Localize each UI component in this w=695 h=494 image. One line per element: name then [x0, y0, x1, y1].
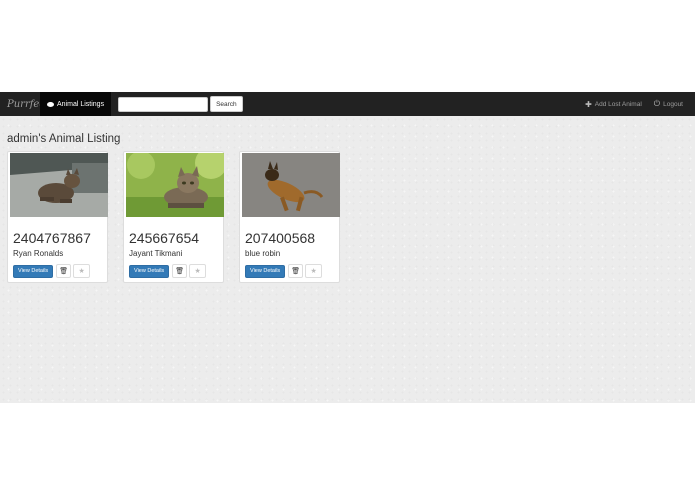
animal-card: 207400568 blue robin View Details 🗑 ★ — [239, 151, 340, 283]
nav-right: ✚ Add Lost Animal ⏻ Logout — [585, 99, 695, 109]
cat-photo-image — [10, 153, 108, 217]
logout-link[interactable]: ⏻ Logout — [654, 99, 683, 109]
tab-animal-listings[interactable]: Animal Listings — [40, 92, 112, 116]
trash-icon: 🗑 — [291, 268, 301, 275]
favorite-button[interactable]: ★ — [189, 264, 207, 278]
animal-card: 2404767867 Ryan Ronalds View Details 🗑 ★ — [7, 151, 108, 283]
view-details-button[interactable]: View Details — [245, 264, 286, 278]
logout-label: Logout — [663, 100, 683, 108]
tab-animal-listings-label: Animal Listings — [57, 100, 105, 108]
star-icon: ★ — [78, 268, 85, 275]
cat-photo-image — [126, 153, 224, 217]
main-content: admin's Animal Listing 2404767867 Ryan R… — [0, 116, 695, 403]
delete-button[interactable]: 🗑 — [56, 264, 72, 278]
animal-photo[interactable] — [242, 153, 340, 217]
card-actions: View Details 🗑 ★ — [129, 264, 207, 278]
card-actions: View Details 🗑 ★ — [13, 264, 91, 278]
animal-photo[interactable] — [10, 153, 108, 217]
add-lost-animal-label: Add Lost Animal — [594, 100, 642, 108]
delete-button[interactable]: 🗑 — [288, 264, 304, 278]
view-details-button[interactable]: View Details — [129, 264, 170, 278]
power-icon: ⏻ — [653, 99, 661, 108]
add-lost-animal-link[interactable]: ✚ Add Lost Animal — [585, 100, 642, 109]
delete-button[interactable]: 🗑 — [172, 264, 188, 278]
page-title: admin's Animal Listing — [7, 133, 121, 145]
plus-icon: ✚ — [585, 99, 592, 109]
owner-name: Jayant Tikmani — [129, 249, 183, 258]
animal-id: 2404767867 — [13, 230, 91, 246]
search-button[interactable]: Search — [210, 96, 243, 112]
owner-name: blue robin — [245, 249, 281, 258]
card-actions: View Details 🗑 ★ — [245, 264, 323, 278]
star-icon: ★ — [310, 268, 317, 275]
trash-icon: 🗑 — [175, 268, 185, 275]
star-icon: ★ — [194, 268, 201, 275]
animal-card: 245667654 Jayant Tikmani View Details 🗑 … — [123, 151, 224, 283]
owner-name: Ryan Ronalds — [13, 249, 64, 258]
view-details-button[interactable]: View Details — [13, 264, 54, 278]
search-input[interactable] — [118, 96, 209, 112]
animal-id: 245667654 — [129, 230, 200, 246]
trash-icon: 🗑 — [59, 268, 69, 275]
favorite-button[interactable]: ★ — [305, 264, 323, 278]
navbar: Purrfect Animal Listings Search ✚ Add Lo… — [0, 92, 695, 116]
dog-photo-image — [242, 153, 340, 217]
animal-id: 207400568 — [245, 230, 316, 246]
brand-logo[interactable]: Purrfect — [7, 99, 49, 110]
eye-icon — [47, 101, 54, 107]
favorite-button[interactable]: ★ — [73, 264, 91, 278]
animal-photo[interactable] — [126, 153, 224, 217]
